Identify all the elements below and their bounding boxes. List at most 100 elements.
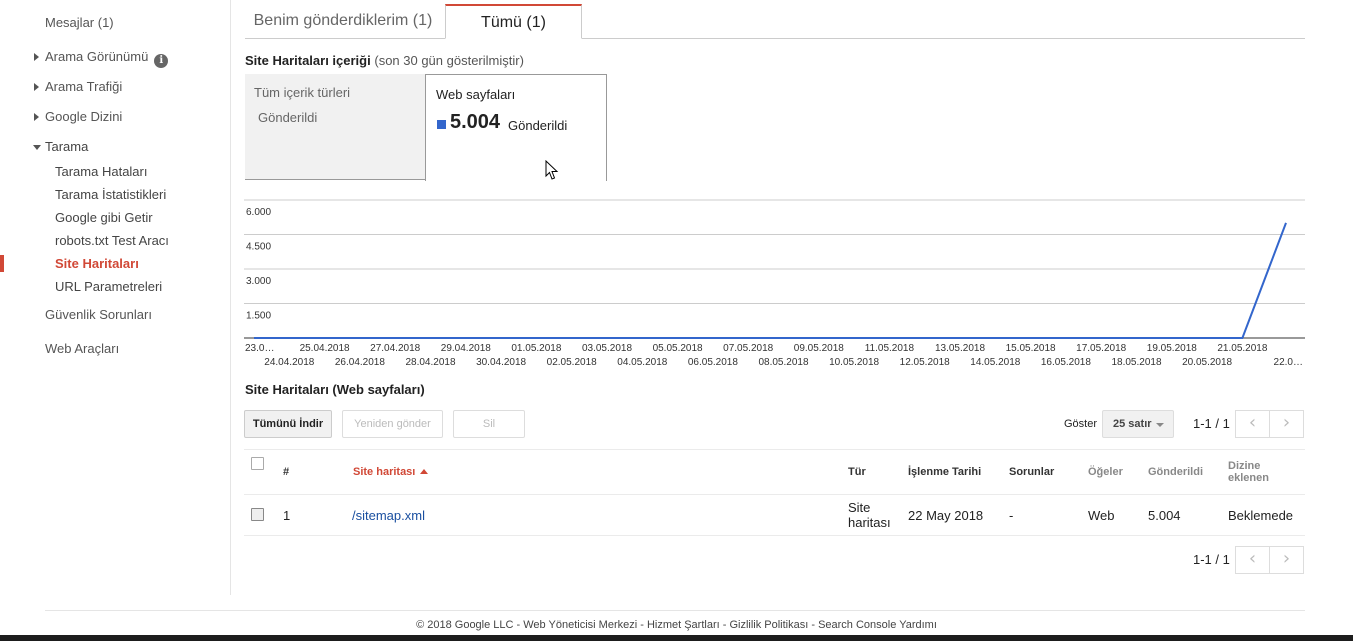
x-tick-label: 03.05.2018: [582, 343, 632, 354]
sitemap-link[interactable]: /sitemap.xml: [352, 508, 425, 523]
row-type-line: Site: [848, 500, 871, 515]
x-tick-label: 06.05.2018: [688, 357, 738, 368]
x-tick-label: 25.04.2018: [300, 343, 350, 354]
column-header-indexed[interactable]: Dizine eklenen: [1228, 460, 1269, 484]
sidebar-item-crawl-stats[interactable]: Tarama İstatistikleri: [55, 187, 166, 202]
x-tick-label: 17.05.2018: [1076, 343, 1126, 354]
submitted-label: Gönderildi: [508, 118, 568, 133]
sidebar-item-search-appearance[interactable]: Arama Görünümü i: [34, 49, 169, 68]
rows-per-page-value: 25 satır: [1113, 418, 1152, 430]
table-border: [244, 449, 1305, 450]
next-page-button[interactable]: ›: [1269, 410, 1304, 438]
sidebar-item-sitemaps[interactable]: Site Haritaları: [55, 256, 139, 271]
status-label: Gönderildi: [258, 110, 318, 125]
column-header-sitemap[interactable]: Site haritası: [353, 466, 429, 478]
info-icon[interactable]: i: [154, 54, 169, 68]
sidebar-item-web-tools[interactable]: Web Araçları: [45, 341, 119, 356]
x-tick-label: 05.05.2018: [653, 343, 703, 354]
delete-button[interactable]: Sil: [453, 410, 525, 438]
sort-ascending-icon: [420, 469, 429, 474]
column-header-number: #: [283, 466, 290, 478]
prev-page-button-bottom[interactable]: ‹: [1235, 546, 1270, 574]
sidebar-item-search-traffic[interactable]: Arama Trafiği: [34, 79, 123, 94]
y-tick-label: 1.500: [246, 311, 271, 322]
expand-arrow-icon: [34, 113, 39, 121]
row-submitted: 5.004: [1148, 508, 1181, 523]
x-tick-label: 07.05.2018: [723, 343, 773, 354]
x-tick-label: 22.0…: [1274, 357, 1303, 368]
footer-links: © 2018 Google LLC - Web Yöneticisi Merke…: [416, 619, 937, 631]
sidebar-item-fetch-as-google[interactable]: Google gibi Getir: [55, 210, 153, 225]
x-tick-label: 24.04.2018: [264, 357, 314, 368]
column-header-type[interactable]: Tür: [848, 466, 866, 478]
x-tick-label: 14.05.2018: [970, 357, 1020, 368]
chevron-left-icon: ‹: [1248, 412, 1257, 433]
row-indexed: Beklemede: [1228, 508, 1294, 523]
expand-arrow-icon: [34, 83, 39, 91]
x-tick-label: 27.04.2018: [370, 343, 420, 354]
prev-page-button[interactable]: ‹: [1235, 410, 1270, 438]
content-type-label: Tüm içerik türleri: [254, 85, 351, 100]
web-pages-card[interactable]: Web sayfaları 5.004 Gönderildi: [425, 74, 607, 181]
column-header-processed[interactable]: İşlenme Tarihi: [908, 466, 981, 478]
x-tick-label: 11.05.2018: [865, 343, 915, 354]
rows-per-page-label: Göster: [1064, 418, 1098, 430]
series-line: [254, 222, 1287, 339]
row-type: Site haritası: [848, 500, 891, 530]
section-subtitle: (son 30 gün gösterilmiştir): [374, 53, 524, 68]
sidebar-item-label: Arama Trafiği: [45, 79, 123, 94]
resubmit-button[interactable]: Yeniden gönder: [342, 410, 443, 438]
next-page-button-bottom[interactable]: ›: [1269, 546, 1304, 574]
sidebar-item-crawl[interactable]: Tarama: [33, 139, 88, 154]
sidebar-item-security-issues[interactable]: Güvenlik Sorunları: [45, 307, 152, 322]
sidebar-item-crawl-errors[interactable]: Tarama Hataları: [55, 164, 147, 179]
column-header-label: eklenen: [1228, 472, 1269, 484]
x-tick-label: 08.05.2018: [758, 357, 808, 368]
x-tick-label: 20.05.2018: [1182, 357, 1232, 368]
x-tick-label: 12.05.2018: [900, 357, 950, 368]
x-tick-label: 21.05.2018: [1217, 343, 1267, 354]
footer-divider: [45, 610, 1305, 611]
mouse-cursor-icon: [545, 160, 559, 180]
download-all-button[interactable]: Tümünü İndir: [244, 410, 332, 438]
sidebar-item-label: Google Dizini: [45, 109, 123, 124]
sidebar: Mesajlar (1) Arama Görünümü i Arama Trafi…: [0, 0, 231, 595]
column-header-items[interactable]: Öğeler: [1088, 466, 1123, 478]
sidebar-item-url-parameters[interactable]: URL Parametreleri: [55, 279, 162, 294]
select-all-checkbox[interactable]: [251, 457, 264, 470]
row-checkbox[interactable]: [251, 508, 264, 521]
x-tick-label: 04.05.2018: [617, 357, 667, 368]
column-header-submitted[interactable]: Gönderildi: [1148, 466, 1203, 478]
row-processed-date: 22 May 2018: [908, 508, 984, 523]
x-tick-label: 30.04.2018: [476, 357, 526, 368]
chevron-right-icon: ›: [1282, 412, 1291, 433]
sidebar-item-google-index[interactable]: Google Dizini: [34, 109, 123, 124]
all-content-types-card[interactable]: Tüm içerik türleri Gönderildi: [245, 74, 426, 180]
column-header-label: Dizine: [1228, 460, 1261, 472]
sidebar-item-label: Arama Görünümü: [45, 49, 149, 64]
x-tick-label: 15.05.2018: [1006, 343, 1056, 354]
y-tick-label: 3.000: [246, 276, 271, 287]
sidebar-item-messages[interactable]: Mesajlar (1): [45, 15, 114, 30]
sidebar-item-robots-tester[interactable]: robots.txt Test Aracı: [55, 233, 169, 248]
x-tick-label: 18.05.2018: [1111, 357, 1161, 368]
collapse-arrow-icon: [33, 145, 41, 150]
legend-swatch: [437, 120, 446, 129]
submitted-count: 5.004: [450, 111, 501, 133]
sitemap-chart: 6.000 4.500 3.000 1.500 23.0… 24.04.2018 25.04…: [244, 199, 1305, 368]
section-title-text: Site Haritaları içeriği: [245, 53, 371, 68]
pager-status-bottom: 1-1 / 1: [1193, 552, 1230, 567]
x-tick-label: 19.05.2018: [1147, 343, 1197, 354]
table-title: Site Haritaları (Web sayfaları): [245, 382, 425, 397]
tab-my-submissions[interactable]: Benim gönderdiklerim (1): [245, 4, 441, 39]
row-items: Web: [1088, 508, 1115, 523]
chevron-down-icon: [1156, 423, 1164, 427]
active-item-marker: [0, 255, 4, 272]
table-border: [244, 494, 1305, 495]
rows-per-page-select[interactable]: 25 satır: [1102, 410, 1174, 438]
x-tick-label: 01.05.2018: [511, 343, 561, 354]
table-border: [244, 535, 1305, 536]
x-tick-label: 29.04.2018: [441, 343, 491, 354]
tab-all[interactable]: Tümü (1): [445, 4, 582, 39]
column-header-issues[interactable]: Sorunlar: [1009, 466, 1054, 478]
